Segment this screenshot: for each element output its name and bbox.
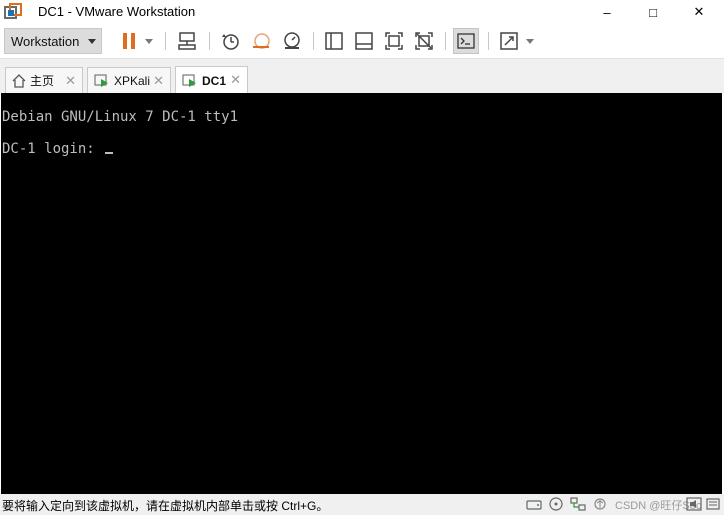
usb-icon[interactable] bbox=[592, 497, 608, 511]
status-bar: 要将输入定向到该虚拟机，请在虚拟机内部单击或按 Ctrl+G。 CSDN @旺仔… bbox=[0, 494, 724, 515]
chevron-down-icon bbox=[88, 39, 96, 44]
take-snapshot-button[interactable] bbox=[218, 28, 242, 54]
close-window-button[interactable]: ✕ bbox=[676, 0, 722, 24]
minimize-button[interactable]: – bbox=[584, 0, 630, 24]
chevron-down-icon bbox=[526, 38, 534, 44]
toolbar-divider bbox=[209, 32, 210, 50]
tab-label: 主页 bbox=[30, 74, 55, 88]
stretch-icon bbox=[500, 32, 518, 50]
console-view-button[interactable] bbox=[453, 28, 479, 54]
full-screen-button[interactable] bbox=[382, 28, 406, 54]
message-log-icon[interactable] bbox=[706, 497, 722, 511]
power-options-dropdown[interactable] bbox=[142, 28, 156, 54]
send-ctrl-alt-del-button[interactable] bbox=[175, 28, 199, 54]
toolbar-divider bbox=[488, 32, 489, 50]
clock-icon bbox=[222, 34, 239, 50]
bottom-panel-layout-icon bbox=[355, 32, 373, 50]
stretch-guest-button[interactable] bbox=[497, 28, 521, 54]
terminal-icon bbox=[457, 33, 475, 49]
title-bar: DC1 - VMware Workstation – □ ✕ bbox=[0, 0, 724, 24]
tab-bar: 主页 ✕ XPKali ✕ DC1 ✕ bbox=[0, 58, 724, 94]
toolbar: Workstation bbox=[0, 24, 724, 58]
workstation-menu-dropdown[interactable]: Workstation bbox=[4, 28, 102, 54]
home-icon bbox=[12, 73, 26, 88]
show-thumbnail-bar-button[interactable] bbox=[352, 28, 376, 54]
snapshot-revert-icon bbox=[253, 33, 270, 49]
chevron-down-icon bbox=[145, 38, 153, 44]
toolbar-divider bbox=[445, 32, 446, 50]
fullscreen-icon bbox=[385, 32, 403, 50]
workstation-menu-label: Workstation bbox=[11, 33, 80, 49]
sound-icon[interactable] bbox=[686, 497, 702, 511]
cd-dvd-icon[interactable] bbox=[548, 497, 564, 511]
snapshot-manager-button[interactable] bbox=[280, 28, 304, 54]
close-tab-icon[interactable]: ✕ bbox=[230, 72, 241, 88]
tab-xpkali[interactable]: XPKali ✕ bbox=[87, 67, 171, 93]
stretch-options-dropdown[interactable] bbox=[523, 28, 537, 54]
vm-running-icon bbox=[182, 73, 198, 88]
network-computer-icon bbox=[178, 32, 196, 50]
toolbar-divider bbox=[313, 32, 314, 50]
vmware-logo-icon bbox=[4, 3, 22, 21]
revert-snapshot-button[interactable] bbox=[249, 28, 273, 54]
network-adapter-icon[interactable] bbox=[570, 497, 586, 511]
tab-label: DC1 bbox=[202, 73, 227, 88]
suspend-button[interactable] bbox=[118, 28, 140, 54]
tab-dc1[interactable]: DC1 ✕ bbox=[175, 66, 248, 94]
pause-icon bbox=[123, 33, 135, 49]
sidebar-layout-icon bbox=[325, 32, 343, 50]
vm-console[interactable]: Debian GNU/Linux 7 DC-1 tty1 DC-1 login: bbox=[1, 93, 722, 494]
unity-disabled-icon bbox=[415, 32, 433, 50]
close-tab-icon[interactable]: ✕ bbox=[65, 73, 76, 89]
hard-disk-icon[interactable] bbox=[526, 497, 542, 511]
toolbar-divider bbox=[165, 32, 166, 50]
unity-mode-button[interactable] bbox=[412, 28, 436, 54]
snapshot-manager-icon bbox=[284, 32, 300, 49]
tab-label: XPKali bbox=[114, 73, 151, 88]
show-library-button[interactable] bbox=[322, 28, 346, 54]
window-title: DC1 - VMware Workstation bbox=[38, 4, 196, 19]
console-login-prompt: DC-1 login: bbox=[2, 141, 114, 157]
text-cursor bbox=[105, 152, 114, 154]
login-prompt-text: DC-1 login: bbox=[2, 141, 104, 157]
vm-running-icon bbox=[94, 73, 110, 88]
status-message: 要将输入定向到该虚拟机，请在虚拟机内部单击或按 Ctrl+G。 bbox=[2, 499, 329, 513]
tab-home[interactable]: 主页 ✕ bbox=[5, 67, 83, 93]
maximize-button[interactable]: □ bbox=[630, 0, 676, 24]
close-tab-icon[interactable]: ✕ bbox=[153, 73, 164, 89]
console-banner-line: Debian GNU/Linux 7 DC-1 tty1 bbox=[2, 109, 239, 125]
